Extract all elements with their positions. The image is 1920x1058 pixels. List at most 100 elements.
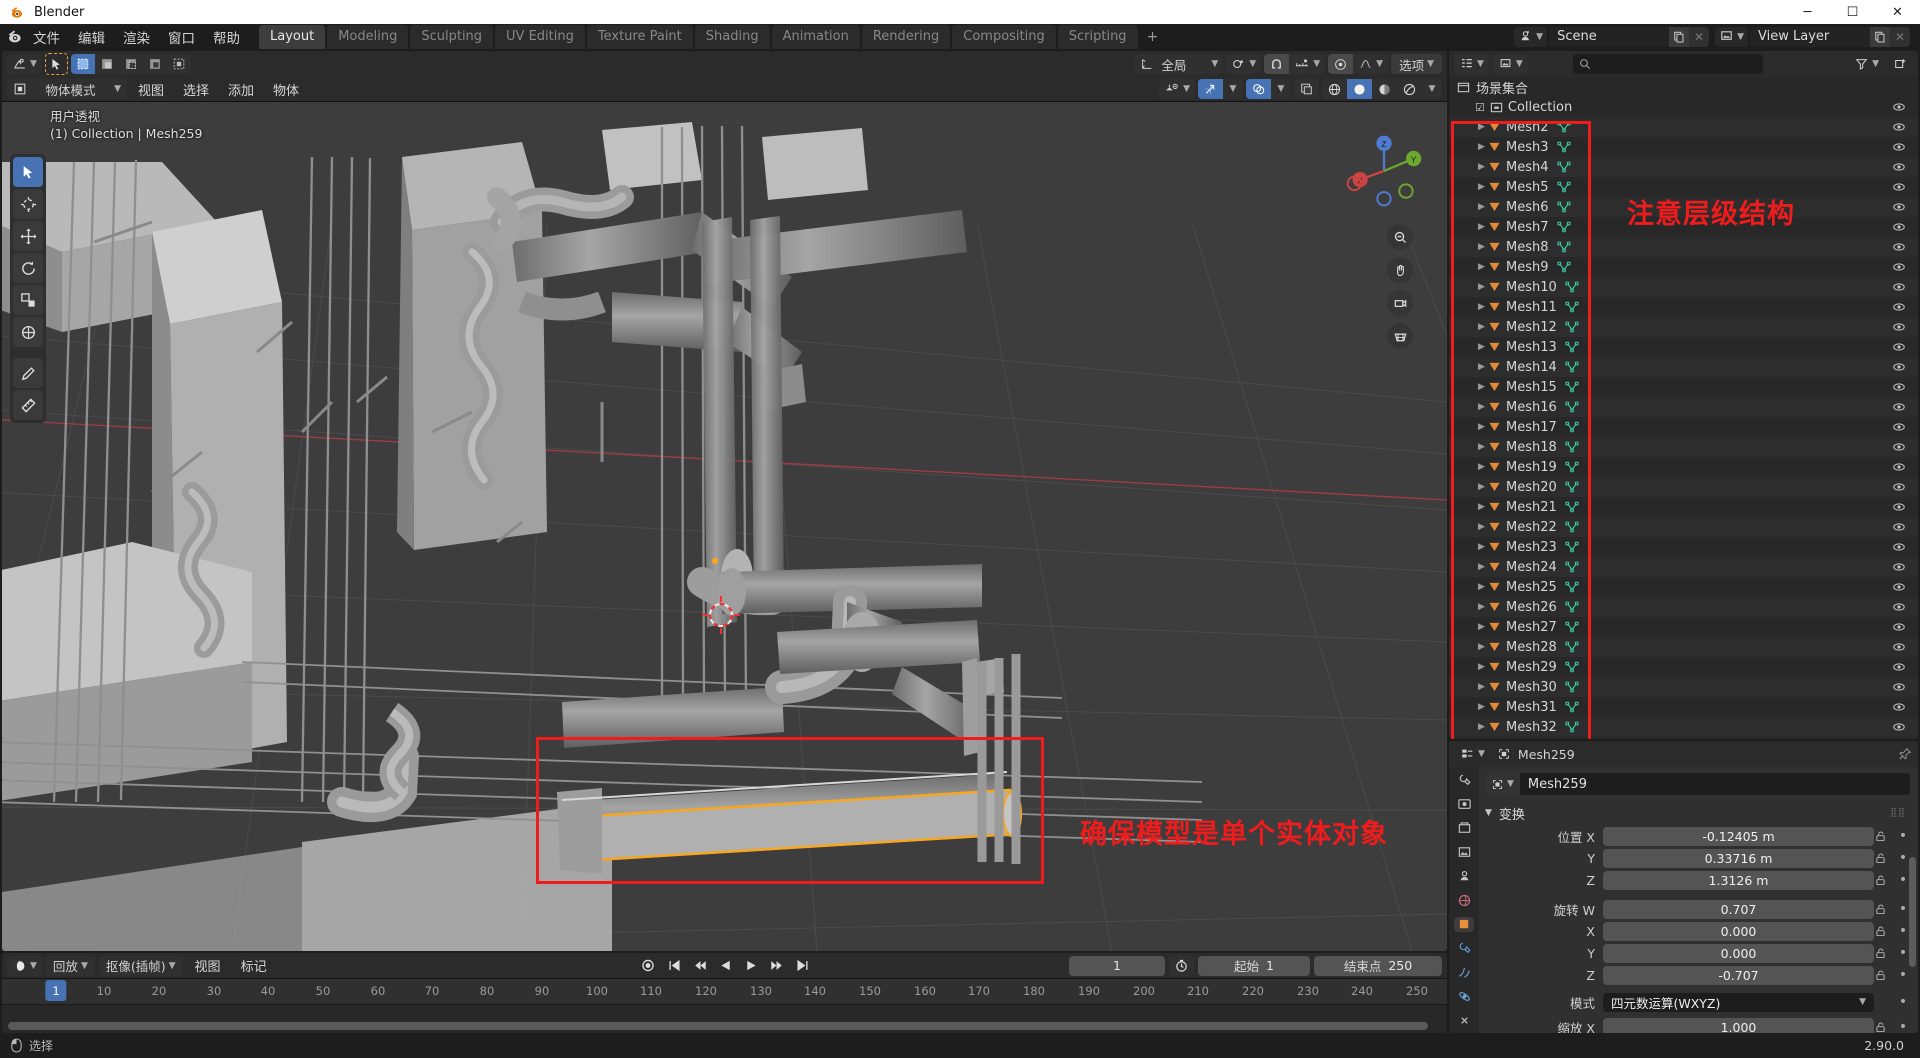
play-button[interactable] [739,956,762,976]
maximize-button[interactable]: ☐ [1830,0,1875,24]
transform-field-value[interactable]: -0.12405 m [1603,826,1874,846]
animate-property-dot[interactable]: • [1896,829,1910,843]
tool-annotate[interactable] [13,358,43,388]
mesh-data-icon[interactable] [1556,121,1571,133]
mesh-data-icon[interactable] [1565,501,1579,513]
mesh-data-icon[interactable] [1565,561,1579,573]
mesh-data-icon[interactable] [1565,521,1579,533]
transform-field-value[interactable]: 0.707 [1603,899,1874,919]
timeline-playback-dropdown[interactable]: 回放 ▼ [45,955,95,976]
outliner-row-object[interactable]: ▶ Mesh10 [1449,277,1918,297]
viewport-options-dropdown[interactable]: 选项 ▼ [1391,54,1442,74]
outliner-row-object[interactable]: ▶ Mesh26 [1449,597,1918,617]
object-name-field[interactable]: Mesh259 [1520,777,1587,792]
tool-transform[interactable] [13,317,43,347]
animate-property-dot[interactable]: • [1896,924,1910,938]
tab-object[interactable] [1454,917,1474,932]
mesh-data-icon[interactable] [1556,141,1571,153]
outliner-row-object[interactable]: ▶ Mesh4 [1449,157,1918,177]
outliner-filter-dropdown[interactable]: ▼ [1849,54,1884,74]
new-scene-button[interactable] [1669,26,1690,47]
lock-icon[interactable] [1874,947,1896,960]
transform-orientation-dropdown[interactable]: 全局 ▼ [1135,54,1224,74]
auto-keying-button[interactable] [635,956,660,976]
expand-arrow-icon[interactable]: ▶ [1475,282,1488,292]
lock-icon[interactable] [1874,874,1896,887]
outliner-row-object[interactable]: ▶ Mesh25 [1449,577,1918,597]
unlink-scene-button[interactable]: ✕ [1689,26,1710,47]
transform-field-value[interactable]: 0.000 [1603,943,1874,963]
timeline-body[interactable] [2,1005,1447,1033]
eye-icon[interactable] [1892,220,1906,234]
workspace-tab-rendering[interactable]: Rendering [861,25,951,49]
workspace-tab-layout[interactable]: Layout [259,25,326,49]
expand-arrow-icon[interactable]: ▶ [1475,382,1488,392]
expand-arrow-icon[interactable]: ▶ [1475,262,1488,272]
outliner-row-object[interactable]: ▶ Mesh20 [1449,477,1918,497]
eye-icon[interactable] [1892,260,1906,274]
expand-arrow-icon[interactable]: ▶ [1475,302,1488,312]
viewlayer-id-field[interactable]: View Layer ✕ [1750,26,1910,47]
mesh-data-icon[interactable] [1556,261,1571,273]
workspace-tab-uv-editing[interactable]: UV Editing [495,25,585,49]
tab-output[interactable] [1454,821,1474,836]
mesh-data-icon[interactable] [1556,201,1571,213]
mesh-data-icon[interactable] [1565,481,1579,493]
outliner-row-object[interactable]: ▶ Mesh2 [1449,117,1918,137]
viewport-menu-add[interactable]: 添加 [220,78,262,101]
eye-icon[interactable] [1892,640,1906,654]
close-button[interactable]: ✕ [1875,0,1920,24]
lock-icon[interactable] [1874,903,1896,916]
eye-icon[interactable] [1892,540,1906,554]
panel-drag-grip[interactable]: ⣿⣿ [1890,808,1910,818]
eye-icon[interactable] [1892,160,1906,174]
snap-toggle-button[interactable] [1264,54,1290,74]
eye-icon[interactable] [1892,580,1906,594]
pan-hand-icon[interactable] [1387,257,1413,283]
tab-physics[interactable] [1454,989,1474,1004]
workspace-tab-texture-paint[interactable]: Texture Paint [586,25,693,49]
active-tool-indicator[interactable] [44,53,68,75]
end-frame-field[interactable]: 结束点 250 [1314,955,1442,976]
outliner-row-object[interactable]: ▶ Mesh14 [1449,357,1918,377]
mesh-data-icon[interactable] [1565,621,1579,633]
expand-arrow-icon[interactable]: ▶ [1475,242,1488,252]
eye-icon[interactable] [1892,280,1906,294]
mesh-data-icon[interactable] [1556,221,1571,233]
menu-help[interactable]: 帮助 [204,24,249,50]
toggle-xray-button[interactable] [1294,79,1319,99]
outliner-row-object[interactable]: ▶ Mesh30 [1449,677,1918,697]
outliner-row-object[interactable]: ▶ Mesh9 [1449,257,1918,277]
animate-property-dot[interactable]: • [1896,946,1910,960]
prev-keyframe-button[interactable] [688,956,712,976]
workspace-tab-scripting[interactable]: Scripting [1057,25,1138,49]
viewport-menu-view[interactable]: 视图 [130,78,172,101]
outliner-new-collection-button[interactable] [1888,54,1913,74]
eye-icon[interactable] [1892,380,1906,394]
expand-arrow-icon[interactable]: ▶ [1475,342,1488,352]
tool-move[interactable] [13,221,43,251]
mesh-data-icon[interactable] [1565,381,1579,393]
expand-arrow-icon[interactable]: ▶ [1475,442,1488,452]
lock-icon[interactable] [1874,1021,1896,1034]
play-reverse-button[interactable] [714,956,737,976]
eye-icon[interactable] [1892,120,1906,134]
animate-property-dot[interactable]: • [1896,873,1910,887]
eye-icon[interactable] [1892,360,1906,374]
timeline-editor-type-selector[interactable]: ▼ [7,955,42,976]
outliner-row-object[interactable]: ▶ Mesh15 [1449,377,1918,397]
select-subtract-button[interactable] [119,54,143,74]
viewport-menu-select[interactable]: 选择 [175,78,217,101]
tab-particles[interactable] [1454,965,1474,980]
tab-modifier[interactable] [1454,941,1474,956]
remove-viewlayer-button[interactable]: ✕ [1890,26,1910,47]
outliner-row-object[interactable]: ▶ Mesh19 [1449,457,1918,477]
expand-arrow-icon[interactable]: ▶ [1475,562,1488,572]
camera-icon[interactable] [1387,290,1413,316]
eye-icon[interactable] [1892,140,1906,154]
eye-icon[interactable] [1892,600,1906,614]
scene-browse-dropdown[interactable]: ▼ [1514,26,1548,47]
eye-icon[interactable] [1892,460,1906,474]
transform-field-value[interactable]: 0.000 [1603,921,1874,941]
menu-edit[interactable]: 编辑 [69,24,114,50]
